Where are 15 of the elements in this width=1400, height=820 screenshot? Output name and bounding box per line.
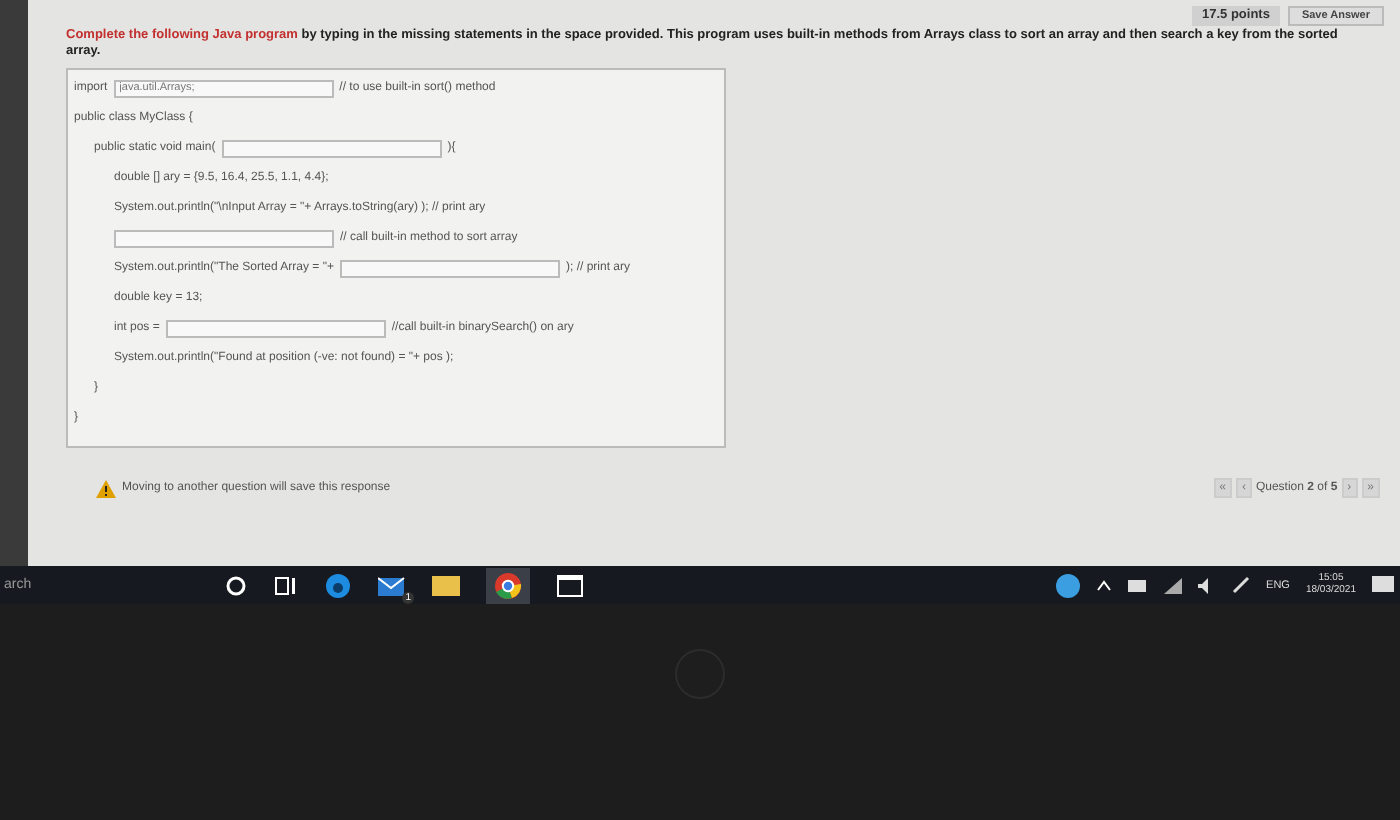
warning-icon [96, 479, 116, 498]
browser-icon[interactable] [324, 571, 352, 599]
task-view-icon[interactable] [274, 573, 298, 597]
circle-icon[interactable] [224, 573, 248, 597]
chevron-up-icon[interactable] [1096, 579, 1113, 591]
input-field[interactable] [221, 139, 442, 158]
help-icon[interactable] [1056, 573, 1081, 597]
input-field[interactable] [339, 259, 560, 278]
input-field[interactable] [165, 319, 386, 338]
window-icon[interactable] [556, 573, 584, 597]
folder-icon[interactable] [432, 573, 460, 597]
chrome-icon[interactable] [494, 571, 522, 599]
mail-icon[interactable] [378, 573, 406, 597]
wifi-icon[interactable] [1164, 577, 1183, 593]
input-field[interactable] [114, 229, 334, 248]
